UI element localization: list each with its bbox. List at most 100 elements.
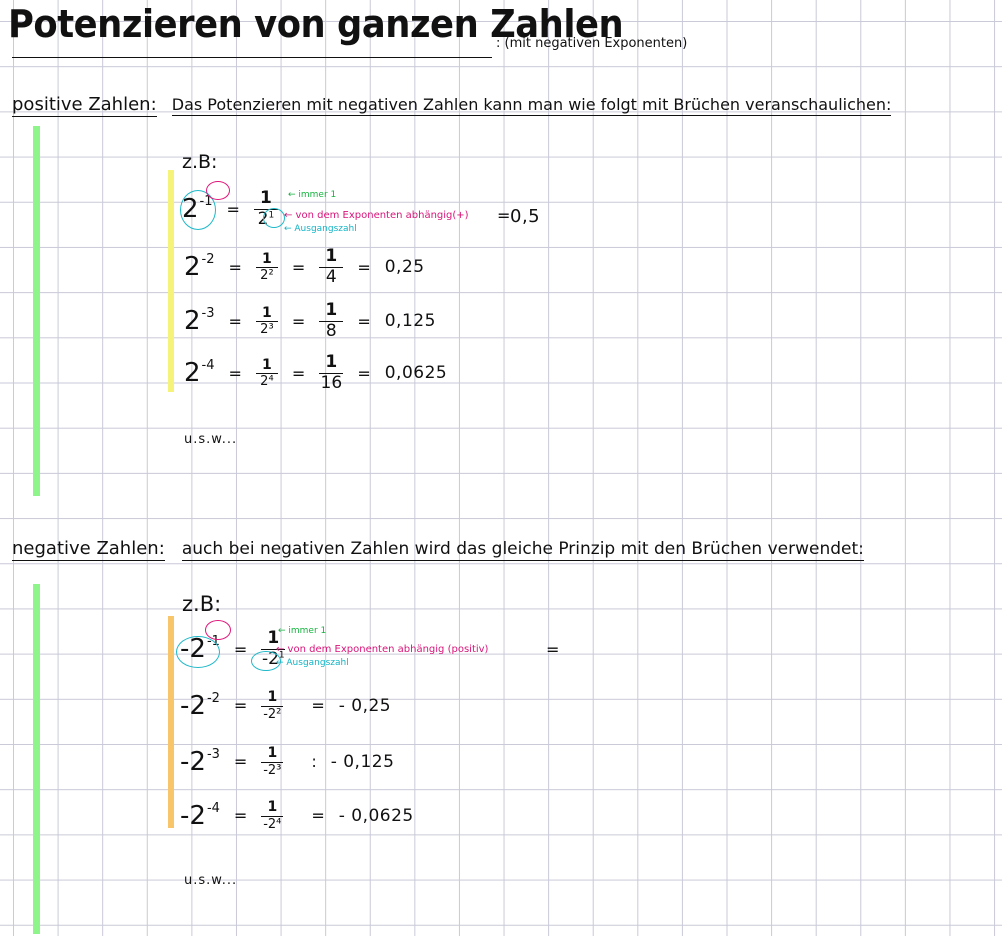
negative-heading-line: negative Zahlen: auch bei negativen Zahl… (12, 538, 864, 561)
positive-zb-label: z.B: (182, 151, 218, 173)
equals-sign: = (291, 311, 306, 331)
negative-row-3: -2-3 = 1 -2³ : - 0,125 (180, 746, 394, 777)
exponent: -2 (206, 690, 220, 706)
negative-text: auch bei negativen Zahlen wird das gleic… (181, 539, 864, 561)
numerator: 1 (262, 304, 272, 321)
result-value: 0,5 (510, 206, 541, 227)
positive-row-4: 2-4 = 1 2⁴ = 1 16 = 0,0625 (184, 352, 448, 393)
denominator: 2³ (260, 322, 274, 338)
base: -2 (180, 690, 206, 721)
positive-heading-line: positive Zahlen: Das Potenzieren mit neg… (12, 94, 892, 117)
fraction: 1 -2⁴ (261, 799, 284, 832)
positive-row-2: 2-2 = 1 2² = 14 = 0,25 (184, 246, 425, 287)
annotation-ausgangszahl: ← Ausgangszahl (276, 658, 349, 668)
equals-sign: = (226, 199, 240, 219)
equals-sign: = (291, 257, 306, 277)
fraction: 14 (319, 246, 344, 287)
equals-sign: = (357, 257, 371, 277)
result-value: 0,0625 (384, 363, 448, 384)
denominator: 4 (325, 266, 337, 287)
denominator: 16 (320, 372, 343, 393)
base-highlight-circle (176, 636, 220, 668)
base: -2 (180, 746, 206, 777)
numerator: 1 (267, 799, 278, 815)
annotation-exponent: ← von dem Exponenten abhängig (positiv) (276, 644, 489, 655)
exponent: -3 (201, 306, 215, 322)
equals-sign: = (233, 752, 248, 772)
fraction: 1 16 (319, 352, 344, 393)
denominator-highlight-circle (263, 208, 285, 228)
positive-yellow-highlight-bar (168, 170, 174, 392)
annotation-immer-1: ← immer 1 (278, 626, 327, 636)
equals-sign: = (357, 311, 371, 331)
exponent: -4 (201, 358, 215, 374)
result-value: 0,125 (384, 311, 436, 332)
positive-row-3: 2-3 = 1 2³ = 18 = 0,125 (184, 300, 436, 341)
title-underline (12, 57, 492, 58)
result-value: - 0,125 (330, 751, 395, 772)
numerator: 1 (267, 745, 278, 761)
equals-sign: = (291, 363, 306, 383)
base: -2 (180, 800, 206, 831)
equals-sign: = (311, 696, 325, 716)
exponent: -3 (206, 746, 220, 762)
power-expression: 2-3 (184, 306, 215, 336)
equals-sign: = (233, 639, 248, 659)
power-expression: 2-2 (184, 252, 215, 282)
exponent: -4 (206, 800, 220, 816)
equals-sign: = (228, 257, 242, 277)
equals-sign: = (546, 640, 560, 659)
power-expression: 2-4 (184, 358, 215, 388)
base: 2 (184, 358, 201, 389)
result-value: 0,25 (384, 257, 425, 278)
equals-sign: : (311, 752, 317, 772)
denominator: -2³ (263, 762, 282, 778)
numerator: 1 (325, 300, 338, 320)
fraction: 1 2⁴ (255, 356, 278, 390)
exponent-highlight-circle (205, 620, 231, 640)
negative-heading: negative Zahlen: (12, 538, 165, 561)
negative-row-2: -2-2 = 1 -2² = - 0,25 (180, 690, 391, 721)
positive-green-margin-bar (33, 126, 40, 496)
fraction: 1 2³ (255, 304, 278, 338)
negative-zb-label: z.B: (182, 592, 222, 616)
result-value: - 0,0625 (338, 805, 414, 826)
denominator: -2² (263, 706, 282, 722)
positive-heading: positive Zahlen: (12, 94, 157, 117)
base: 2 (184, 306, 201, 337)
exponent-highlight-circle (206, 181, 230, 200)
result-value: - 0,25 (338, 695, 392, 716)
equals-sign: = (233, 696, 248, 716)
annotation-ausgangszahl: ← Ausgangszahl (284, 224, 357, 234)
numerator: 1 (267, 689, 278, 705)
fraction: 1 -2³ (261, 745, 284, 778)
numerator: 1 (325, 352, 338, 372)
equals-sign: = (311, 806, 325, 826)
annotation-immer-1: ← immer 1 (288, 190, 337, 200)
title-note: : (mit negativen Exponenten) (496, 36, 688, 51)
denominator: 8 (325, 320, 337, 341)
fraction: 1 -2² (261, 689, 284, 722)
equals-sign: = (228, 311, 242, 331)
numerator: 1 (262, 250, 272, 267)
equals-sign: = (233, 806, 248, 826)
power-expression: -2-3 (180, 747, 220, 777)
equals-sign: = (228, 363, 242, 383)
positive-text: Das Potenzieren mit negativen Zahlen kan… (171, 95, 892, 116)
numerator: 1 (262, 356, 272, 373)
denominator: -2⁴ (263, 816, 282, 832)
equals-sign: = (357, 363, 371, 383)
numerator: 1 (325, 246, 338, 266)
power-expression: -2-4 (180, 801, 220, 831)
denominator: 2² (260, 268, 274, 284)
exponent: -2 (201, 252, 215, 268)
negative-usw: u.s.w... (184, 873, 238, 888)
fraction: 1 2² (255, 250, 278, 284)
base: 2 (184, 252, 201, 283)
equals-sign: = (497, 206, 511, 225)
negative-row-4: -2-4 = 1 -2⁴ = - 0,0625 (180, 800, 414, 831)
denominator: 2⁴ (260, 374, 274, 390)
negative-orange-highlight-bar (168, 616, 174, 828)
positive-usw: u.s.w... (184, 432, 238, 447)
negative-green-margin-bar (33, 584, 40, 934)
